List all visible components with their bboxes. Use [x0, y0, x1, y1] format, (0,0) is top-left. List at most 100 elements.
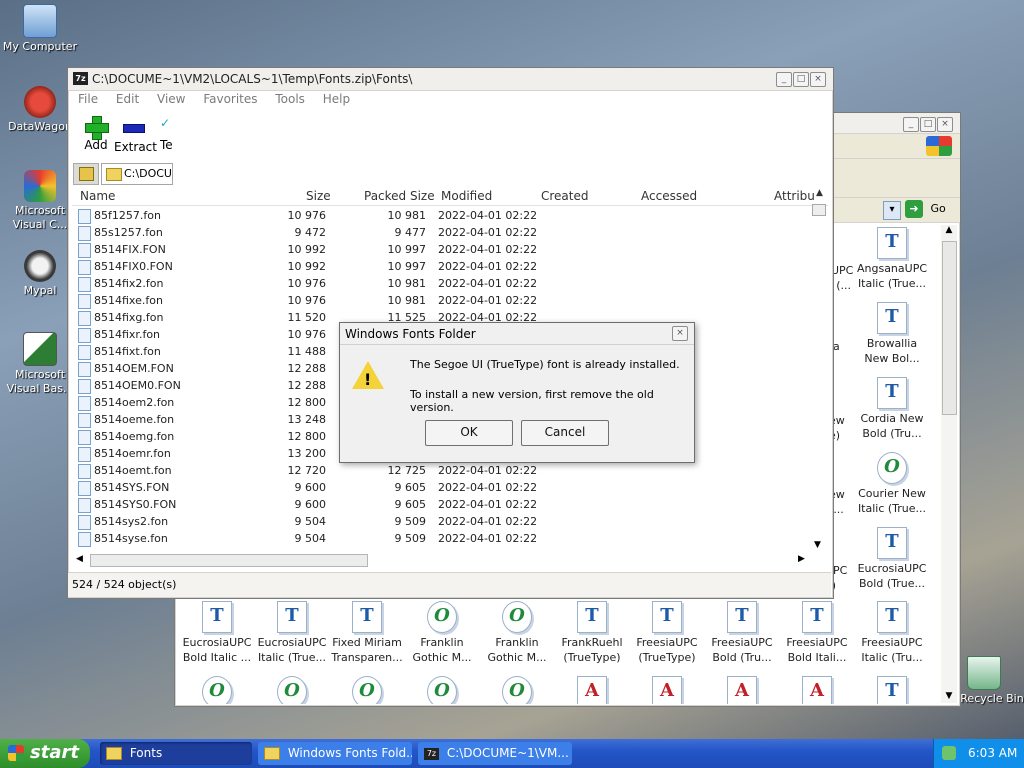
desktop-icon-my-computer[interactable]: My Computer [0, 4, 80, 54]
add-button[interactable]: Add [76, 116, 116, 152]
list-horizontal-scrollbar[interactable]: ◀ ▶ [72, 552, 812, 568]
ok-button[interactable]: OK [425, 420, 513, 446]
table-row[interactable]: 8514fixe.fon 10 976 10 981 2022-04-01 02:22 [78, 292, 548, 309]
table-row[interactable]: 8514syse.fon 9 504 9 509 2022-04-01 02:22 [78, 530, 548, 547]
table-row[interactable]: 85f1257.fon 10 976 10 981 2022-04-01 02:22 [78, 207, 548, 224]
table-row[interactable]: 8514SYS.FON 9 600 9 605 2022-04-01 02:22 [78, 479, 548, 496]
font-file-icon [78, 260, 91, 275]
file-packed-size: 10 981 [387, 277, 427, 290]
file-name: 8514syse.fon [94, 532, 168, 545]
font-item[interactable]: T Fixed Miriam Transparen... [331, 601, 403, 665]
font-item[interactable]: T FreesiaUPC Italic (Tru... [856, 601, 928, 665]
font-item[interactable]: O Courier New Italic (True... [856, 452, 928, 516]
scroll-thumb[interactable] [942, 241, 957, 415]
taskbar-item-archive[interactable]: 7z C:\DOCUME~1\VM... [418, 742, 572, 765]
menu-edit[interactable]: Edit [116, 92, 139, 106]
scroll-up-icon[interactable]: ▲ [941, 225, 957, 239]
go-arrow-icon: ➜ [905, 200, 923, 218]
font-item[interactable]: O [181, 676, 253, 704]
file-size: 12 800 [287, 430, 327, 443]
font-item[interactable]: T FreesiaUPC Bold (Tru... [706, 601, 778, 665]
file-size: 9 504 [294, 515, 327, 528]
font-item[interactable]: A [781, 676, 853, 704]
minimize-button[interactable]: _ [903, 117, 919, 132]
extract-button[interactable]: Extract [114, 116, 157, 154]
menu-file[interactable]: File [78, 92, 98, 106]
minimize-button[interactable]: _ [776, 72, 792, 87]
close-button[interactable]: × [810, 72, 826, 87]
taskbar-item-fonts[interactable]: Fonts [100, 742, 252, 765]
font-item[interactable]: T EucrosiaUPC Bold Italic ... [181, 601, 253, 665]
h-scroll-thumb[interactable] [90, 554, 368, 567]
truetype-font-icon: T [727, 601, 757, 633]
table-row[interactable]: 8514fix2.fon 10 976 10 981 2022-04-01 02:22 [78, 275, 548, 292]
font-item[interactable]: A [706, 676, 778, 704]
font-item[interactable]: A [631, 676, 703, 704]
maximize-button[interactable]: □ [920, 117, 936, 132]
truetype-font-icon: T [877, 527, 907, 559]
file-size: 10 976 [287, 294, 327, 307]
table-row[interactable]: 8514SYS0.FON 9 600 9 605 2022-04-01 02:22 [78, 496, 548, 513]
font-item[interactable]: O Franklin Gothic M... [406, 601, 478, 665]
table-row[interactable]: 8514sys2.fon 9 504 9 509 2022-04-01 02:22 [78, 513, 548, 530]
font-file-icon [78, 498, 91, 513]
column-attributes[interactable]: Attribu [774, 189, 815, 203]
font-item[interactable]: O [481, 676, 553, 704]
taskbar-item-fonts-folder[interactable]: Windows Fonts Fold... [258, 742, 412, 765]
font-file-icon [78, 209, 91, 224]
test-button[interactable]: ✓ Te [160, 116, 172, 152]
close-button[interactable]: × [937, 117, 953, 132]
file-size: 12 720 [287, 464, 327, 477]
font-item[interactable]: O [406, 676, 478, 704]
list-vertical-scrollbar[interactable]: ▼ [811, 204, 827, 550]
address-dropdown-icon[interactable]: ▾ [883, 201, 901, 220]
table-row[interactable]: 8514oemt.fon 12 720 12 725 2022-04-01 02:22 [78, 462, 548, 479]
font-item[interactable]: O [256, 676, 328, 704]
table-row[interactable]: 85s1257.fon 9 472 9 477 2022-04-01 02:22 [78, 224, 548, 241]
column-packed-size[interactable]: Packed Size [364, 189, 435, 203]
fonts-vertical-scrollbar[interactable]: ▲ ▼ [941, 225, 957, 703]
font-item[interactable]: T FreesiaUPC Bold Itali... [781, 601, 853, 665]
font-item[interactable]: T [856, 676, 928, 704]
font-item[interactable]: T FrankRuehl (TrueType) [556, 601, 628, 665]
menu-view[interactable]: View [157, 92, 185, 106]
v-scroll-thumb[interactable] [812, 204, 826, 216]
network-icon[interactable] [942, 746, 956, 760]
scroll-down-icon[interactable]: ▼ [814, 540, 821, 550]
app-7z-icon: 7z [424, 747, 439, 760]
start-button[interactable]: start [0, 739, 90, 768]
menu-favorites[interactable]: Favorites [203, 92, 257, 106]
column-accessed[interactable]: Accessed [641, 189, 697, 203]
go-button[interactable]: ➜ Go [905, 200, 955, 220]
font-item[interactable]: T EucrosiaUPC Italic (True... [256, 601, 328, 665]
menu-help[interactable]: Help [323, 92, 350, 106]
font-item[interactable]: T Cordia New Bold (Tru... [856, 377, 928, 441]
font-item[interactable]: O Franklin Gothic M... [481, 601, 553, 665]
table-row[interactable]: 8514FIX0.FON 10 992 10 997 2022-04-01 02:22 [78, 258, 548, 275]
menu-tools[interactable]: Tools [275, 92, 305, 106]
column-name[interactable]: Name [80, 189, 115, 203]
up-folder-button[interactable] [73, 163, 99, 185]
scroll-up-icon[interactable]: ▲ [816, 188, 823, 198]
clock: 6:03 AM [968, 746, 1018, 760]
table-row[interactable]: 8514FIX.FON 10 992 10 997 2022-04-01 02:22 [78, 241, 548, 258]
dialog-close-button[interactable]: × [672, 326, 688, 341]
column-created[interactable]: Created [541, 189, 589, 203]
maximize-button[interactable]: □ [793, 72, 809, 87]
font-item[interactable]: T AngsanaUPC Italic (True... [856, 227, 928, 291]
font-item[interactable]: A [556, 676, 628, 704]
font-item[interactable]: T FreesiaUPC (TrueType) [631, 601, 703, 665]
cancel-button[interactable]: Cancel [521, 420, 609, 446]
column-size[interactable]: Size [306, 189, 331, 203]
scroll-left-icon[interactable]: ◀ [76, 554, 83, 564]
address-field[interactable]: C:\DOCU [101, 163, 173, 185]
column-modified[interactable]: Modified [441, 189, 492, 203]
scroll-right-icon[interactable]: ▶ [798, 554, 805, 564]
font-item[interactable]: T Browallia New Bol... [856, 302, 928, 366]
truetype-font-icon: T [877, 302, 907, 334]
scroll-down-icon[interactable]: ▼ [941, 691, 957, 701]
font-item[interactable]: T EucrosiaUPC Bold (True... [856, 527, 928, 591]
font-item[interactable]: O [331, 676, 403, 704]
truetype-font-icon: T [877, 601, 907, 633]
truetype-font-icon: T [352, 601, 382, 633]
